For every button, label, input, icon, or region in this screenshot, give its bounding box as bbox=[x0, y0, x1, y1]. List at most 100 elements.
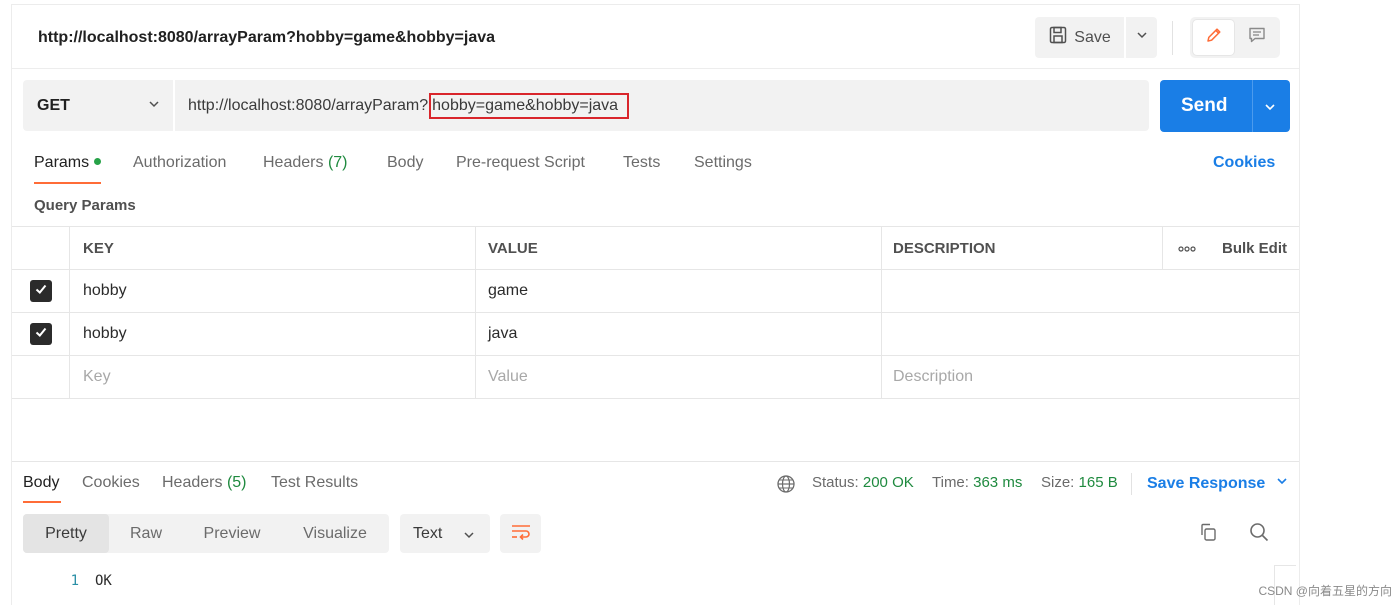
param-key-input[interactable]: hobby bbox=[70, 270, 476, 312]
active-tab-underline bbox=[34, 182, 101, 184]
row-checkbox-cell bbox=[12, 270, 70, 312]
wrap-lines-icon bbox=[510, 521, 532, 546]
divider bbox=[1172, 21, 1173, 55]
response-tab-cookies[interactable]: Cookies bbox=[82, 474, 140, 492]
line-number: 1 bbox=[70, 573, 79, 589]
status-indicator: Status: 200 OK bbox=[812, 474, 914, 491]
send-button[interactable]: Send bbox=[1160, 80, 1290, 132]
new-param-description-input[interactable]: Description bbox=[882, 356, 1299, 398]
column-header-description: DESCRIPTION bbox=[893, 239, 996, 257]
search-icon bbox=[1248, 521, 1270, 548]
chevron-down-icon bbox=[1135, 28, 1149, 47]
send-divider bbox=[1252, 80, 1253, 132]
checkmark-icon bbox=[34, 325, 48, 344]
params-indicator-dot bbox=[94, 158, 102, 165]
table-row: hobby java bbox=[12, 313, 1299, 356]
column-header-key: KEY bbox=[70, 227, 476, 269]
new-param-value-input[interactable]: Value bbox=[476, 356, 882, 398]
status-value: 200 OK bbox=[862, 474, 914, 491]
row-checkbox-cell bbox=[12, 356, 70, 398]
bulk-edit-button[interactable]: Bulk Edit bbox=[1210, 227, 1299, 269]
chevron-down-icon bbox=[462, 528, 476, 547]
more-horizontal-icon bbox=[1177, 240, 1197, 257]
tab-prerequest-script[interactable]: Pre-request Script bbox=[456, 154, 585, 172]
size-value: 165 B bbox=[1078, 474, 1118, 491]
size-label: Size: bbox=[1041, 474, 1075, 491]
tab-body[interactable]: Body bbox=[387, 154, 423, 172]
param-description-input[interactable] bbox=[882, 270, 1299, 312]
header-checkbox-cell bbox=[12, 227, 70, 269]
save-label: Save bbox=[1074, 28, 1111, 46]
url-input[interactable]: http://localhost:8080/arrayParam? hobby=g… bbox=[175, 80, 1149, 131]
view-mode-toggle bbox=[1190, 17, 1280, 58]
edit-mode-button[interactable] bbox=[1193, 20, 1234, 55]
response-divider bbox=[12, 461, 1299, 462]
query-params-table: KEY VALUE DESCRIPTION Bulk Edit hobby ga… bbox=[12, 226, 1299, 399]
watermark: CSDN @向着五星的方向 bbox=[1258, 584, 1392, 598]
checkmark-icon bbox=[34, 282, 48, 301]
tab-authorization[interactable]: Authorization bbox=[133, 154, 226, 172]
time-indicator: Time: 363 ms bbox=[932, 474, 1022, 491]
active-tab-underline bbox=[23, 501, 61, 503]
response-view-toggle: Pretty Raw Preview Visualize bbox=[23, 514, 389, 553]
param-checkbox[interactable] bbox=[29, 323, 52, 345]
tab-tests[interactable]: Tests bbox=[623, 154, 660, 172]
time-label: Time: bbox=[932, 474, 969, 491]
view-raw-button[interactable]: Raw bbox=[109, 514, 183, 553]
response-tab-body[interactable]: Body bbox=[23, 474, 59, 492]
view-preview-button[interactable]: Preview bbox=[183, 514, 281, 553]
copy-icon bbox=[1198, 522, 1218, 547]
headers-count: (7) bbox=[327, 154, 348, 171]
save-icon bbox=[1048, 25, 1068, 50]
param-checkbox[interactable] bbox=[29, 280, 52, 302]
tab-headers[interactable]: Headers (7) bbox=[263, 154, 348, 172]
request-title-bar: http://localhost:8080/arrayParam?hobby=g… bbox=[12, 5, 1299, 69]
save-button[interactable]: Save bbox=[1035, 17, 1124, 58]
postman-request-panel: http://localhost:8080/arrayParam?hobby=g… bbox=[11, 4, 1300, 605]
request-title[interactable]: http://localhost:8080/arrayParam?hobby=g… bbox=[38, 29, 495, 47]
globe-icon[interactable] bbox=[776, 474, 796, 498]
save-response-label: Save Response bbox=[1147, 474, 1266, 492]
param-key-input[interactable]: hobby bbox=[70, 313, 476, 355]
tab-settings[interactable]: Settings bbox=[694, 154, 752, 172]
save-options-button[interactable] bbox=[1126, 17, 1157, 58]
line-text: OK bbox=[95, 573, 112, 589]
param-description-input[interactable] bbox=[882, 313, 1299, 355]
chevron-down-icon[interactable] bbox=[1263, 100, 1277, 119]
view-pretty-button[interactable]: Pretty bbox=[23, 514, 109, 553]
param-value-input[interactable]: java bbox=[476, 313, 882, 355]
copy-response-button[interactable] bbox=[1194, 520, 1222, 548]
size-indicator: Size: 165 B bbox=[1041, 474, 1118, 491]
more-options-button[interactable] bbox=[1162, 227, 1210, 269]
view-visualize-button[interactable]: Visualize bbox=[281, 514, 389, 553]
table-header-row: KEY VALUE DESCRIPTION Bulk Edit bbox=[12, 227, 1299, 270]
response-tab-headers[interactable]: Headers (5) bbox=[162, 474, 247, 492]
status-label: Status: bbox=[812, 474, 859, 491]
row-checkbox-cell bbox=[12, 313, 70, 355]
comments-button[interactable] bbox=[1236, 20, 1277, 55]
table-row-new: Key Value Description bbox=[12, 356, 1299, 399]
new-param-key-input[interactable]: Key bbox=[70, 356, 476, 398]
column-header-value: VALUE bbox=[476, 227, 882, 269]
cookies-link[interactable]: Cookies bbox=[1213, 154, 1275, 172]
format-value: Text bbox=[413, 524, 443, 542]
edit-pencil-icon bbox=[1204, 25, 1224, 50]
search-response-button[interactable] bbox=[1245, 520, 1273, 548]
table-row: hobby game bbox=[12, 270, 1299, 313]
response-line: 1 OK bbox=[59, 573, 112, 589]
request-tabs: Params Authorization Headers (7) Body Pr… bbox=[12, 151, 1299, 185]
query-params-title: Query Params bbox=[34, 197, 136, 214]
divider bbox=[1131, 473, 1132, 495]
save-response-button[interactable]: Save Response bbox=[1147, 474, 1289, 493]
tab-label: Headers bbox=[162, 474, 223, 491]
tab-params[interactable]: Params bbox=[34, 154, 102, 172]
response-tab-test-results[interactable]: Test Results bbox=[271, 474, 358, 492]
send-label: Send bbox=[1181, 95, 1228, 116]
headers-count: (5) bbox=[226, 474, 247, 491]
method-select[interactable]: GET bbox=[23, 80, 173, 131]
format-select[interactable]: Text bbox=[400, 514, 490, 553]
wrap-lines-button[interactable] bbox=[500, 514, 541, 553]
param-value-input[interactable]: game bbox=[476, 270, 882, 312]
url-query-highlight: hobby=game&hobby=java bbox=[429, 92, 630, 119]
save-button-group: Save bbox=[1035, 17, 1157, 58]
